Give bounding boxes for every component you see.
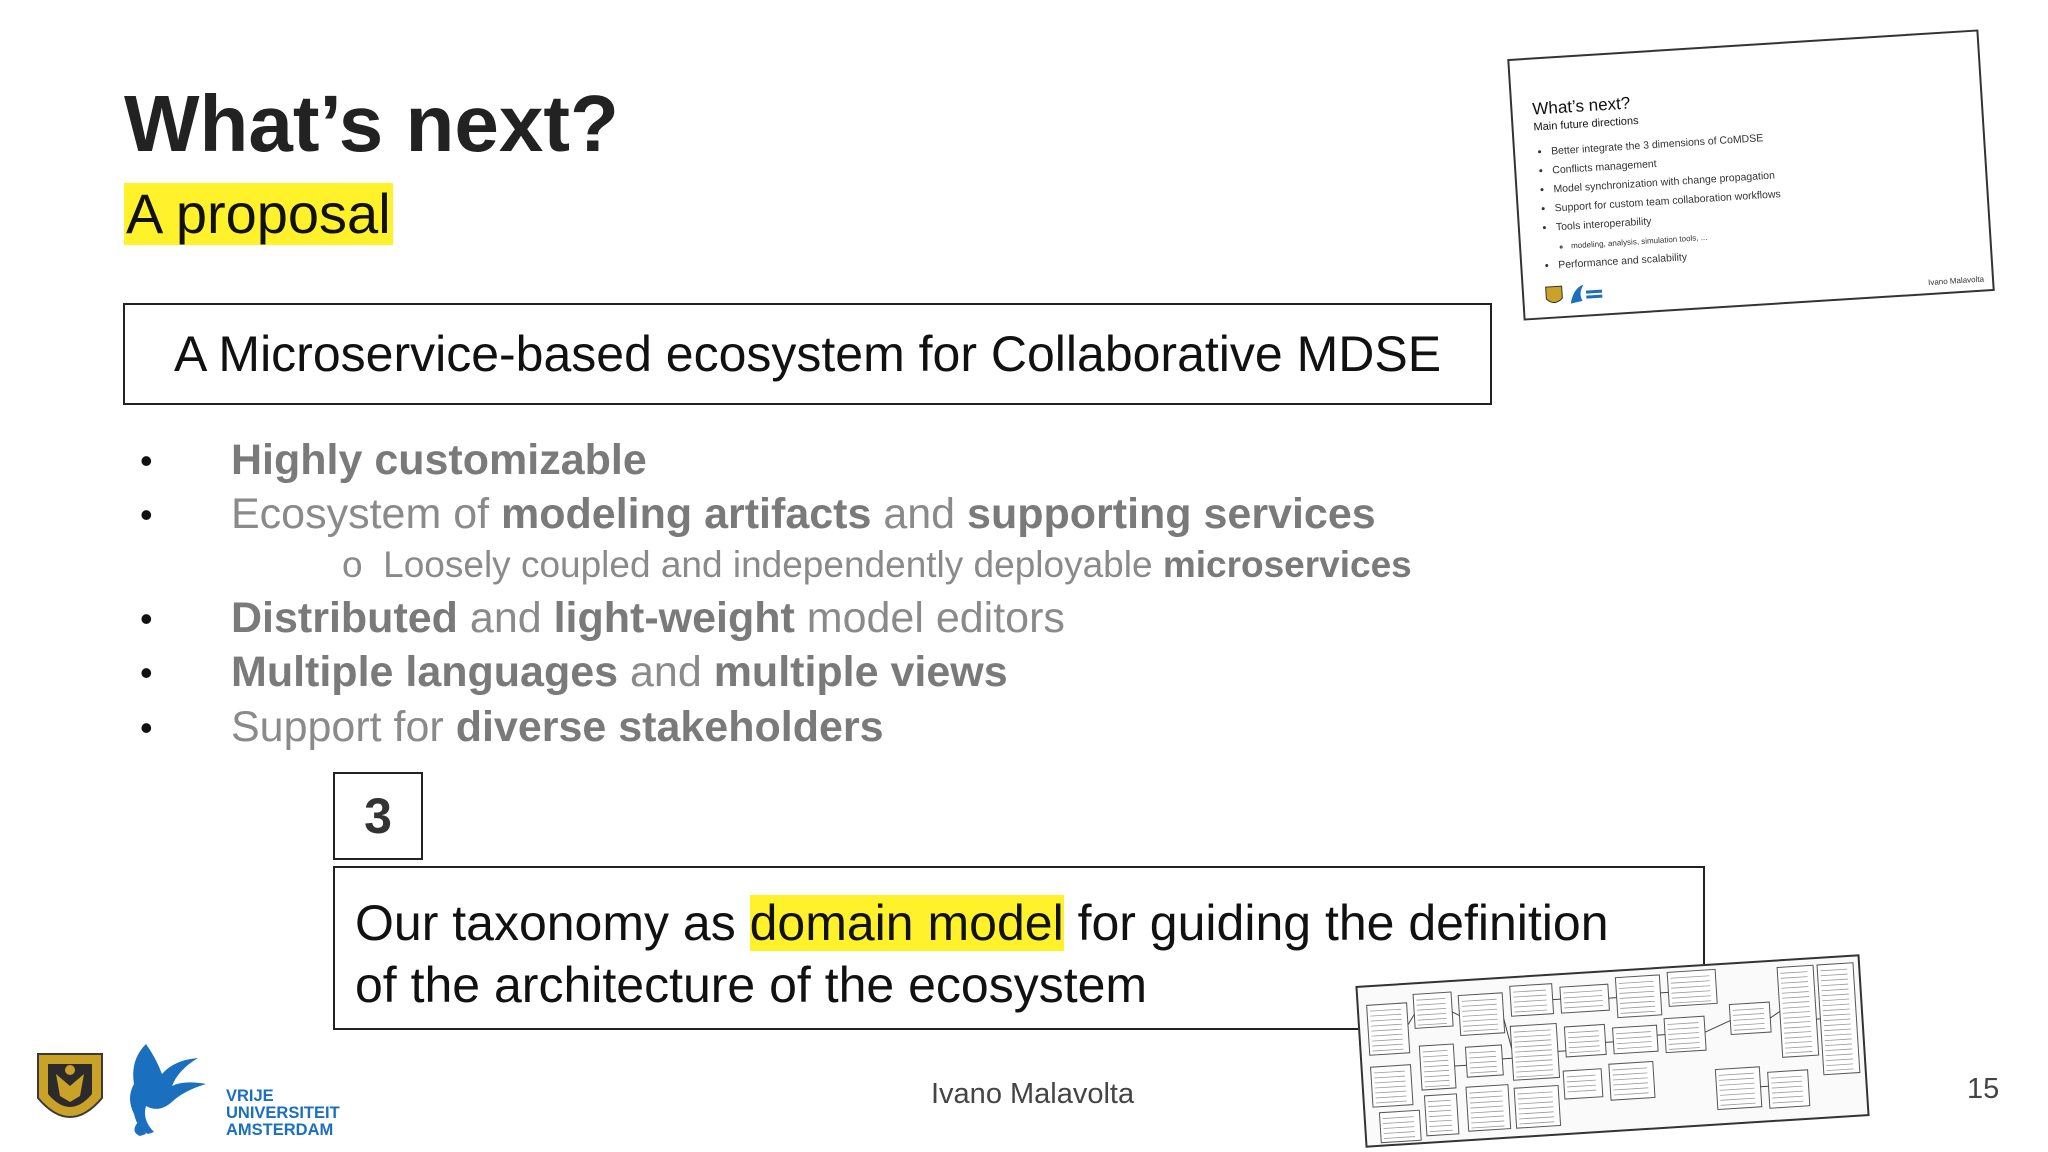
slide-title: What’s next? [124,79,619,168]
bullet-bold-segment: light-weight [553,594,795,642]
bullet-item: Highly customizable [231,436,647,485]
vu-line: VRIJE [226,1087,274,1105]
diagram-class-box [1776,964,1820,1058]
bullet-marker: • [140,707,153,748]
diagram-connector [1769,1011,1781,1019]
diagram-connector [1552,998,1561,1001]
bullet-bold-segment: Distributed [231,594,458,642]
griffin-icon [130,1044,206,1136]
bullet-item: Ecosystem of modeling artifacts and supp… [231,490,1376,539]
sub-bullet-bold: microservices [1162,544,1412,585]
diagram-connector [1454,1064,1467,1067]
bullet-marker: • [140,440,153,481]
diagram-connector [1557,1050,1566,1052]
bullet-bold-segment: multiple views [713,648,1008,696]
bullet-bold-segment: Highly customizable [231,436,647,484]
diagram-class-box [1608,1060,1656,1101]
thumbnail-author: Ivano Malavolta [1927,274,1985,288]
bullet-item: Distributed and light-weight model edito… [231,594,1065,643]
diagram-class-box [1562,1068,1604,1100]
diagram-class-box [1612,1024,1659,1055]
number-box-label: 3 [364,788,392,844]
bullet-text-segment: and [618,648,714,696]
class-diagram-thumbnail [1355,954,1870,1148]
diagram-connector [1608,997,1617,999]
sub-bullet-item: o Loosely coupled and independently depl… [342,544,1412,586]
sub-bullet-marker: o [342,544,363,585]
slide-subtitle: A proposal [124,182,393,245]
class-diagram-icon [1366,962,1861,1144]
vu-line: UNIVERSITEIT [226,1104,340,1122]
thumbnail-logo-icon [1545,284,1603,304]
diagram-connector [1660,991,1669,994]
diagram-class-box [1559,983,1610,1014]
diagram-connector [1704,1020,1731,1033]
ecosystem-box-text: A Microservice-based ecosystem for Colla… [173,326,1442,382]
diagram-connector [1760,1085,1769,1088]
bullet-text-segment: model editors [794,594,1065,642]
bullet-bold-segment: modeling artifacts [501,490,872,538]
number-box: 3 [333,772,423,860]
bullet-text-segment: and [457,594,554,642]
bullet-text-segment: and [871,490,968,538]
previous-slide-thumbnail: What’s next? Main future directions Bett… [1507,29,1995,321]
thumbnail-list: Better integrate the 3 dimensions of CoM… [1537,128,1785,276]
vu-line: AMSTERDAM [226,1121,334,1139]
diagram-class-box [1423,1093,1460,1137]
ecosystem-box: A Microservice-based ecosystem for Colla… [123,303,1492,405]
vu-wordmark: VRIJE UNIVERSITEIT AMSTERDAM [226,1088,340,1139]
bullet-marker: • [140,598,153,639]
page-number: 15 [1967,1073,2000,1105]
taxonomy-text-line2: of the architecture of the ecosystem [355,957,1148,1013]
diagram-connector [1502,1057,1513,1060]
bullet-item: Multiple languages and multiple views [231,648,1008,697]
crest-icon [37,1053,103,1118]
bullet-item: Support for diverse stakeholders [231,703,884,752]
bullet-bold-segment: supporting services [967,490,1376,538]
bullet-marker: • [140,652,153,693]
bullet-bold-segment: diverse stakeholders [455,703,884,751]
diagram-class-box [1767,1069,1811,1109]
diagram-connector [1605,1041,1614,1043]
bullet-text-segment: Ecosystem of [231,490,502,538]
bullet-bold-segment: Multiple languages [231,648,619,696]
bullet-text-segment: Support for [231,703,456,751]
diagram-connector [1452,1011,1460,1016]
taxonomy-text-after: for guiding the definition [1063,895,1609,951]
bullet-marker: • [140,494,153,535]
sub-bullet-text: Loosely coupled and independently deploy… [383,544,1163,585]
taxonomy-text-before: Our taxonomy as [355,895,750,951]
diagram-connector [1407,1014,1415,1026]
footer-author: Ivano Malavolta [931,1078,1135,1110]
taxonomy-highlight: domain model [749,895,1064,951]
diagram-connector [1657,1034,1666,1036]
